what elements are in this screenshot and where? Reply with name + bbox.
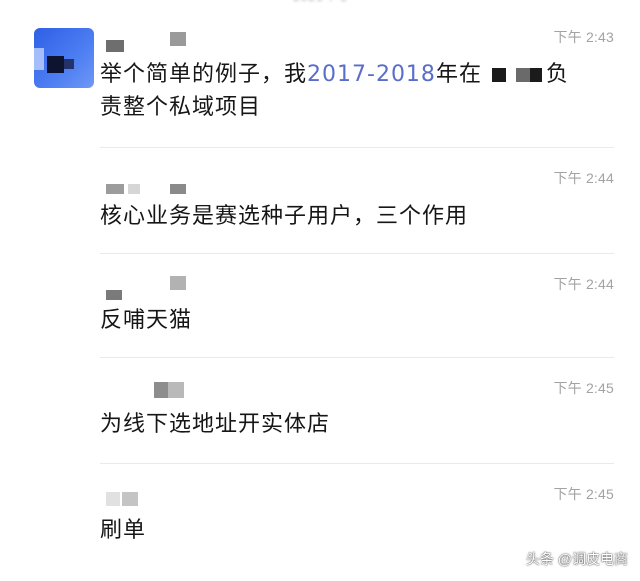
sender-name-redacted [106, 492, 196, 508]
redacted-text [491, 68, 506, 82]
sender-name-redacted [106, 382, 196, 398]
redacted-text [515, 68, 530, 82]
sender-name-redacted [106, 184, 196, 200]
message-time: 下午 2:45 [553, 486, 614, 502]
redacted-text [529, 68, 542, 82]
message-item[interactable]: 下午 2:45 为线下选地址开实体店 [0, 358, 640, 464]
year-highlight: 2017-2018 [307, 62, 436, 87]
message-time: 下午 2:44 [553, 276, 614, 292]
message-text: 为线下选地址开实体店 [100, 412, 331, 437]
message-text: 反哺天猫 [100, 308, 193, 333]
message-time: 下午 2:44 [553, 170, 614, 186]
message-text: 举个简单的例子，我2017-2018年在 负 责整个私域项目 [100, 62, 569, 120]
sender-name-redacted [106, 276, 196, 300]
message-time: 下午 2:45 [553, 380, 614, 396]
message-item[interactable]: 下午 2:44 反哺天猫 [0, 254, 640, 358]
message-time: 下午 2:43 [553, 29, 614, 45]
message-item[interactable]: 下午 2:43 举个简单的例子，我2017-2018年在 负 责整个私域项目 [0, 0, 640, 150]
message-item[interactable]: 下午 2:44 核心业务是赛选种子用户，三个作用 [0, 148, 640, 254]
message-text: 核心业务是赛选种子用户，三个作用 [100, 204, 469, 229]
sender-name-redacted [106, 32, 196, 52]
watermark: 头条 @调皮电商 [525, 551, 628, 567]
message-text: 刷单 [100, 518, 147, 543]
